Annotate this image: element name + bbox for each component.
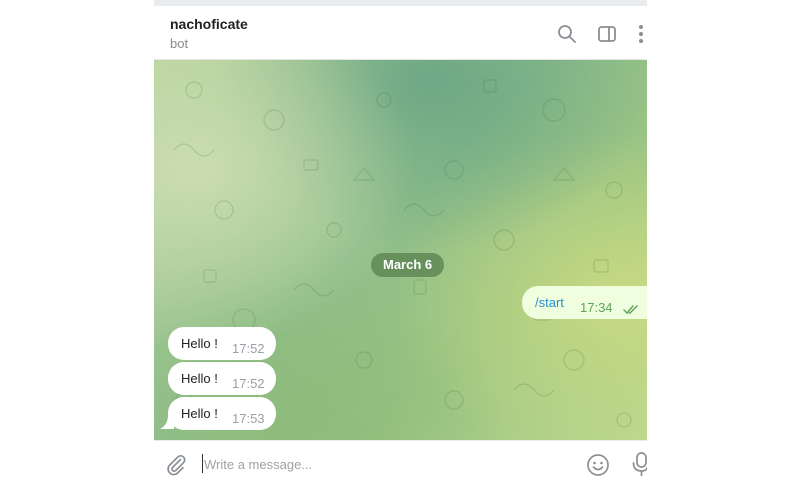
- text-cursor: [202, 454, 203, 473]
- incoming-message[interactable]: Hello ! 17:52: [168, 362, 276, 395]
- chat-window: nachoficate bot March 6 /start 17:34 Hel…: [154, 0, 647, 487]
- paperclip-icon[interactable]: [164, 453, 188, 482]
- date-separator: March 6: [371, 253, 445, 277]
- chat-name[interactable]: nachoficate: [170, 16, 248, 32]
- message-text: Hello !: [181, 336, 218, 351]
- chat-header[interactable]: nachoficate bot: [154, 6, 647, 60]
- message-time: 17:53: [232, 411, 265, 426]
- microphone-icon[interactable]: [632, 451, 647, 482]
- message-input[interactable]: [204, 452, 574, 476]
- incoming-message[interactable]: Hello ! 17:52: [168, 327, 276, 360]
- chat-status: bot: [170, 36, 189, 51]
- sidebar-toggle-icon[interactable]: [596, 23, 618, 45]
- outgoing-message[interactable]: /start 17:34: [522, 286, 647, 319]
- message-time: 17:52: [232, 376, 265, 391]
- message-composer: [154, 440, 647, 487]
- bot-command-link[interactable]: /start: [535, 295, 564, 310]
- bubble-tail: [160, 415, 174, 429]
- double-check-icon: [623, 302, 639, 320]
- incoming-message[interactable]: Hello ! 17:53: [168, 397, 276, 430]
- message-text: Hello !: [181, 406, 218, 421]
- message-time: 17:34: [580, 300, 613, 315]
- chat-area[interactable]: March 6 /start 17:34 Hello ! 17:52 Hello…: [154, 60, 647, 440]
- message-text: Hello !: [181, 371, 218, 386]
- search-icon[interactable]: [556, 23, 578, 45]
- more-vertical-icon[interactable]: [635, 23, 647, 45]
- message-time: 17:52: [232, 341, 265, 356]
- emoji-icon[interactable]: [586, 453, 610, 482]
